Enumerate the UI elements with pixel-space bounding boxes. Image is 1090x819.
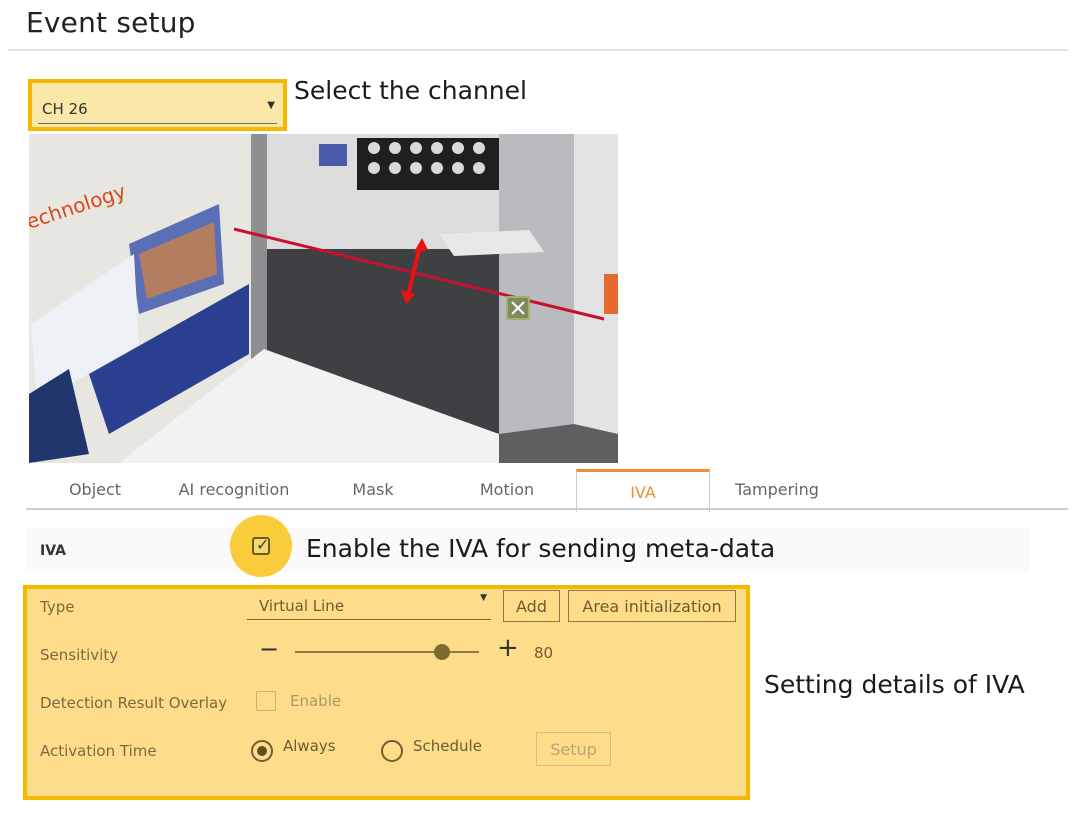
iva-enable-checkbox[interactable]: ✓ bbox=[252, 535, 270, 555]
enable-iva-annotation: Enable the IVA for sending meta-data bbox=[306, 534, 776, 563]
sensitivity-value: 80 bbox=[534, 644, 554, 662]
overlay-enable-label: Enable bbox=[290, 692, 342, 710]
close-icon[interactable] bbox=[506, 296, 530, 320]
channel-highlight: CH 26 ▼ bbox=[28, 79, 287, 131]
tabs-divider bbox=[26, 508, 1068, 510]
sensitivity-increase-button[interactable]: + bbox=[497, 635, 519, 661]
activation-time-label: Activation Time bbox=[40, 742, 157, 760]
dropdown-caret-icon: ▼ bbox=[267, 100, 275, 111]
checkbox-check-icon: ✓ bbox=[256, 535, 270, 554]
iva-checkbox-highlight: ✓ bbox=[230, 515, 292, 577]
area-initialization-button[interactable]: Area initialization bbox=[568, 590, 736, 622]
tab-iva[interactable]: IVA bbox=[576, 469, 710, 512]
type-select-value: Virtual Line bbox=[259, 597, 345, 615]
radio-selected-dot bbox=[257, 746, 267, 756]
tab-object[interactable]: Object bbox=[40, 469, 150, 509]
channel-select[interactable]: CH 26 ▼ bbox=[38, 89, 277, 124]
activation-schedule-label: Schedule bbox=[413, 737, 482, 755]
sensitivity-decrease-button[interactable]: − bbox=[259, 637, 279, 661]
iva-details-panel: Type Virtual Line ▼ Add Area initializat… bbox=[23, 585, 750, 800]
activation-always-radio[interactable] bbox=[251, 740, 273, 762]
activation-schedule-radio[interactable] bbox=[381, 740, 403, 762]
tab-mask[interactable]: Mask bbox=[318, 469, 428, 509]
title-divider bbox=[8, 49, 1068, 51]
channel-select-value: CH 26 bbox=[42, 100, 88, 118]
detection-overlay-label: Detection Result Overlay bbox=[40, 694, 228, 712]
tab-motion[interactable]: Motion bbox=[448, 469, 566, 509]
tab-tampering[interactable]: Tampering bbox=[716, 469, 838, 509]
sensitivity-label: Sensitivity bbox=[40, 646, 119, 664]
tab-ai-recognition[interactable]: AI recognition bbox=[160, 469, 308, 509]
iva-details-annotation: Setting details of IVA bbox=[764, 670, 1025, 699]
camera-preview[interactable]: echnology bbox=[29, 134, 618, 463]
sensitivity-slider[interactable] bbox=[295, 651, 479, 653]
overlay-enable-checkbox[interactable] bbox=[256, 691, 276, 711]
type-select[interactable]: Virtual Line ▼ bbox=[247, 593, 491, 620]
add-button[interactable]: Add bbox=[503, 590, 560, 622]
activation-always-label: Always bbox=[283, 737, 336, 755]
type-label: Type bbox=[40, 598, 75, 616]
event-tabs: Object AI recognition Mask Motion IVA Ta… bbox=[0, 469, 1068, 512]
dropdown-caret-icon: ▼ bbox=[480, 593, 487, 603]
page-title: Event setup bbox=[26, 6, 196, 39]
iva-label: IVA bbox=[40, 543, 66, 559]
sensitivity-slider-thumb[interactable] bbox=[434, 644, 451, 660]
schedule-setup-button[interactable]: Setup bbox=[536, 732, 611, 766]
select-channel-annotation: Select the channel bbox=[294, 76, 527, 105]
